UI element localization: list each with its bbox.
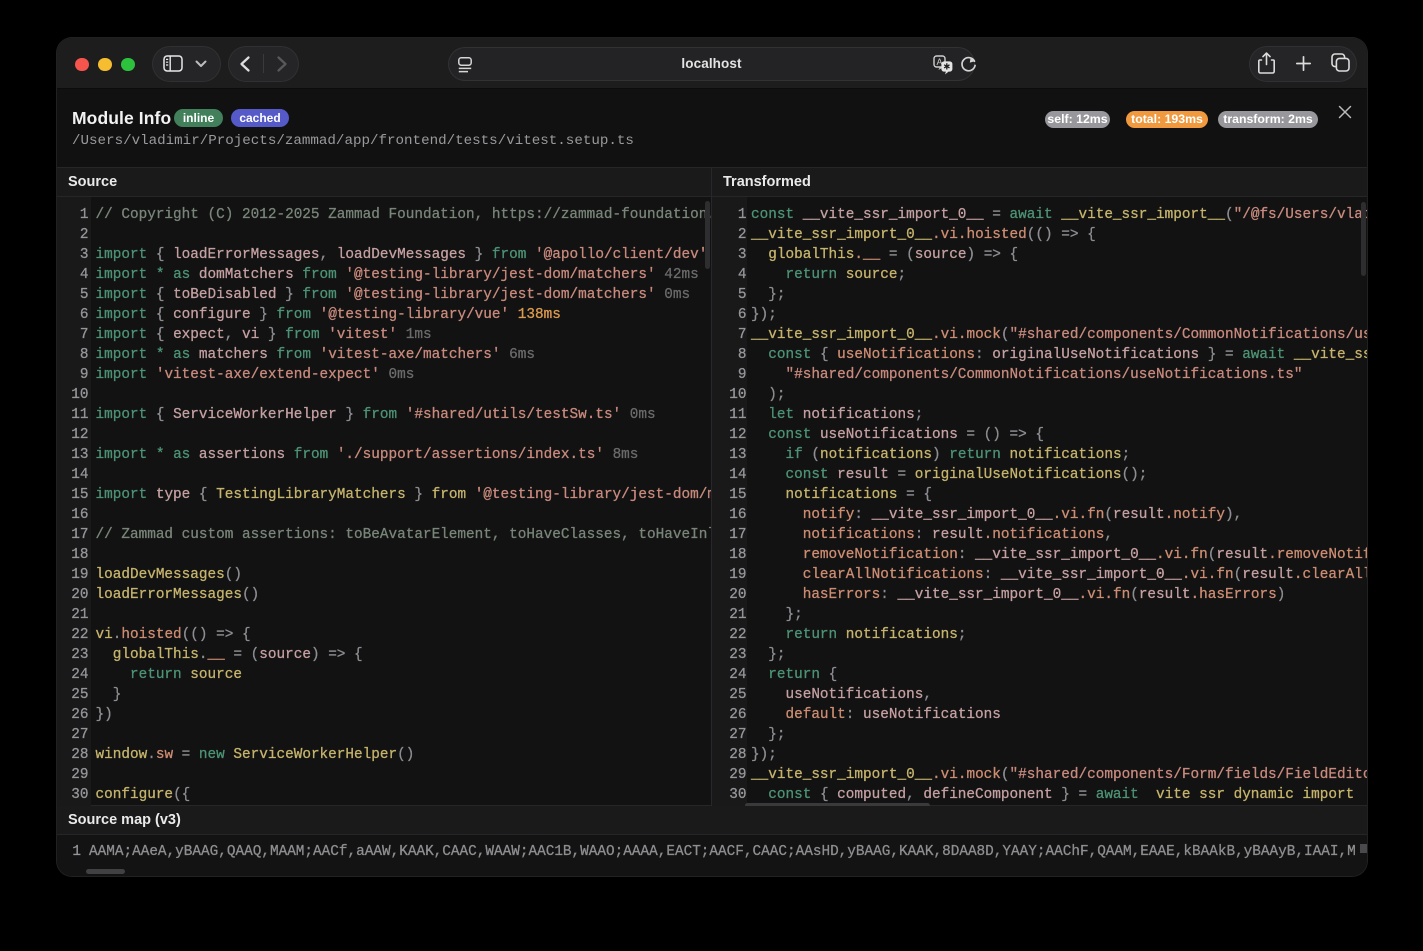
svg-text:✱: ✱ bbox=[943, 61, 950, 71]
